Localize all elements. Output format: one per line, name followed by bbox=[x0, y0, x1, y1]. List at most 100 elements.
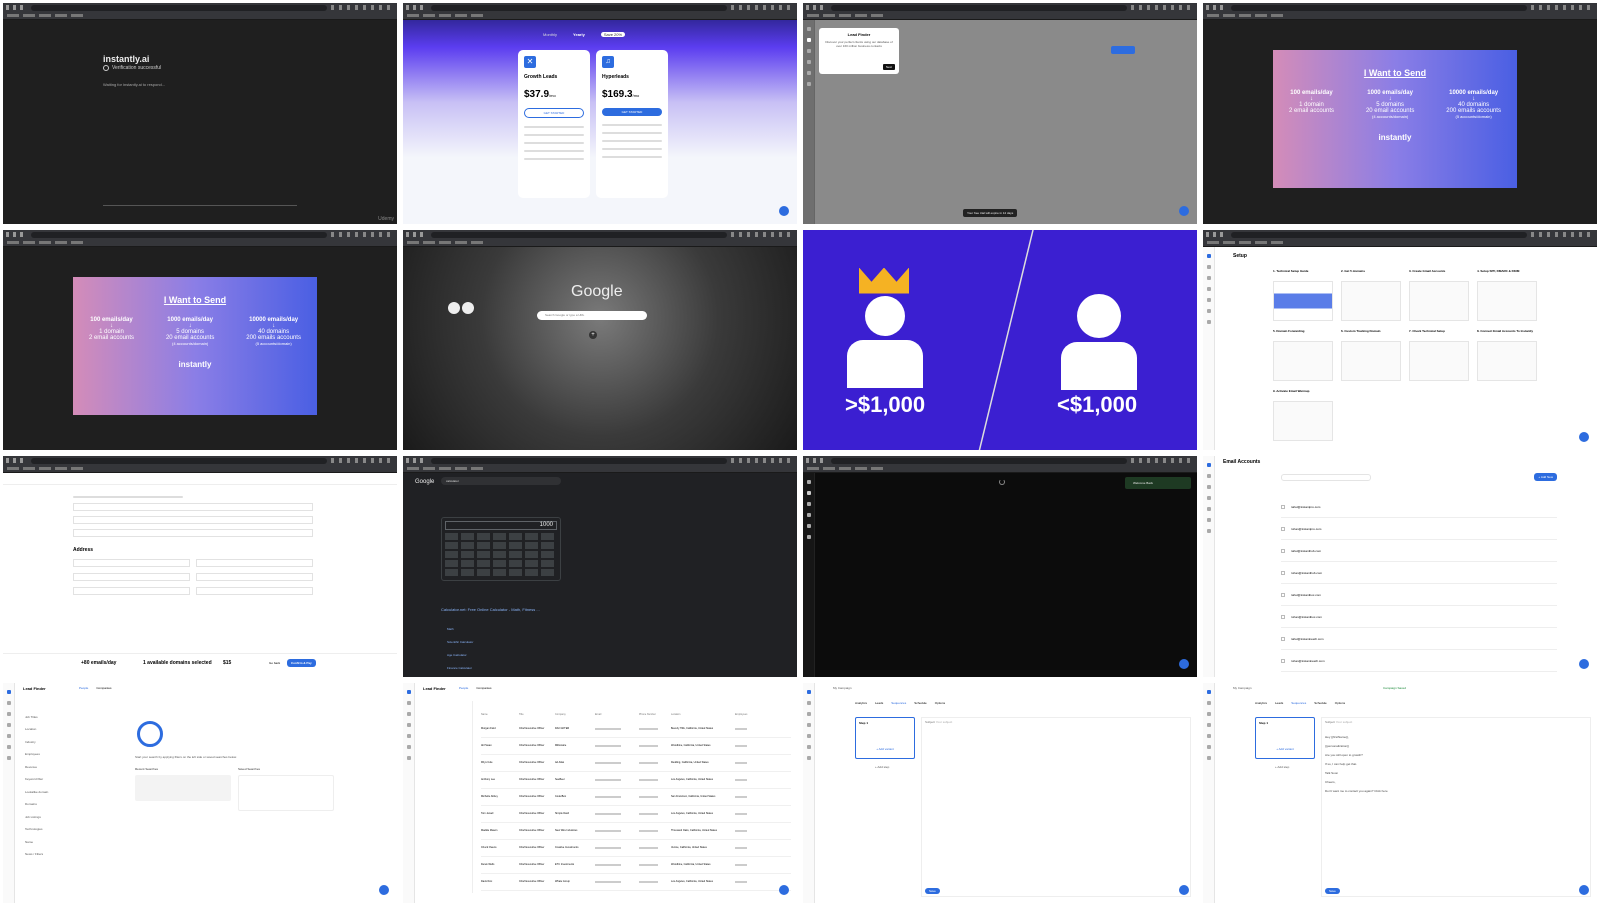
table-row[interactable]: rohan@instantpro.com bbox=[1281, 518, 1557, 540]
email-body[interactable]: Hey {{firstName}}, {{personalization}} A… bbox=[1325, 733, 1525, 796]
setup-step-card[interactable]: 5. Domain Forwarding bbox=[1273, 329, 1333, 381]
tab-schedule[interactable]: Schedule bbox=[1314, 701, 1327, 705]
table-row[interactable]: rahul@instanthub.com bbox=[1281, 540, 1557, 562]
row-checkbox[interactable] bbox=[1281, 636, 1285, 641]
row-checkbox[interactable] bbox=[1281, 504, 1285, 509]
tab-options[interactable]: Options bbox=[1335, 701, 1345, 705]
address-bar[interactable] bbox=[431, 458, 727, 464]
tab-people[interactable]: People bbox=[79, 686, 88, 690]
save-button[interactable]: Save bbox=[925, 888, 940, 894]
add-variant-button[interactable]: + Add variant bbox=[859, 747, 911, 751]
input-field[interactable] bbox=[73, 503, 313, 511]
input-field[interactable] bbox=[196, 559, 313, 567]
billing-toggle[interactable]: Monthly Yearly Save 20% bbox=[543, 32, 626, 37]
filter-item[interactable]: Technologies bbox=[25, 823, 65, 836]
tab-analytics[interactable]: Analytics bbox=[1255, 701, 1267, 705]
table-row[interactable]: rohan@instanthub.com bbox=[1281, 562, 1557, 584]
input-field[interactable] bbox=[73, 587, 190, 595]
column-header[interactable]: Location bbox=[671, 713, 735, 716]
column-header[interactable]: Email bbox=[595, 713, 639, 716]
tab-leads[interactable]: Leads bbox=[875, 701, 883, 705]
filter-item[interactable]: Domains bbox=[25, 798, 65, 811]
chat-button[interactable] bbox=[1179, 885, 1189, 895]
table-row[interactable]: Derek Wells Chief Executive Officer ETC In… bbox=[481, 857, 791, 874]
input-field[interactable] bbox=[73, 529, 313, 537]
address-bar[interactable] bbox=[831, 458, 1127, 464]
sitelink[interactable]: Age Calculator bbox=[447, 649, 473, 662]
input-field[interactable] bbox=[73, 559, 190, 567]
filter-item[interactable]: Lookalike domain bbox=[25, 786, 65, 799]
row-checkbox[interactable] bbox=[1281, 614, 1285, 619]
row-checkbox[interactable] bbox=[1281, 526, 1285, 531]
toggle-yearly[interactable]: Yearly bbox=[573, 32, 585, 37]
column-header[interactable]: Name bbox=[481, 713, 519, 716]
result-title[interactable]: Calculator.net: Free Online Calculator -… bbox=[441, 607, 540, 612]
filter-item[interactable]: Industry bbox=[25, 736, 65, 749]
table-row[interactable]: Morgan Field Chief Executive Officer DAO A… bbox=[481, 721, 791, 738]
column-header[interactable]: Title bbox=[519, 713, 555, 716]
address-bar[interactable] bbox=[1231, 231, 1527, 238]
tab-sequences[interactable]: Sequences bbox=[891, 701, 906, 705]
address-bar[interactable] bbox=[31, 458, 327, 464]
tab-schedule[interactable]: Schedule bbox=[914, 701, 927, 705]
sitelink[interactable]: Finance Calculator bbox=[447, 662, 473, 675]
setup-step-card[interactable]: 4. Setup SPF, DMARC & DKIM bbox=[1477, 269, 1537, 321]
search-input[interactable]: calculator bbox=[441, 477, 561, 485]
chat-button[interactable] bbox=[1579, 432, 1589, 442]
setup-step-card[interactable]: 3. Create Gmail Accounts bbox=[1409, 269, 1469, 321]
chat-button[interactable] bbox=[1579, 885, 1589, 895]
chat-button[interactable] bbox=[1579, 658, 1589, 669]
filter-item[interactable]: Job Listings bbox=[25, 811, 65, 824]
tab-options[interactable]: Options bbox=[935, 701, 945, 705]
confirm-pay-button[interactable]: Confirm & Pay bbox=[287, 658, 316, 667]
filter-item[interactable]: Job Titles bbox=[25, 711, 65, 724]
add-shortcut-icon[interactable]: + bbox=[589, 330, 597, 339]
row-checkbox[interactable] bbox=[1281, 570, 1285, 575]
step-card[interactable]: Step 1 + Add variant bbox=[1255, 716, 1315, 759]
table-row[interactable]: rahul@instantpro.com bbox=[1281, 496, 1557, 518]
add-variant-button[interactable]: + Add variant bbox=[1259, 747, 1311, 751]
setup-step-card[interactable]: 7. Check Technical Setup bbox=[1409, 329, 1469, 381]
setup-step-card[interactable]: 1. Technical Setup Guide bbox=[1273, 269, 1333, 321]
add-new-button[interactable]: + Add New bbox=[1534, 473, 1557, 481]
setup-step-card[interactable]: 9. Activate Email Warmup bbox=[1273, 389, 1333, 441]
calc-keypad[interactable] bbox=[445, 533, 557, 577]
tab-companies[interactable]: Companies bbox=[96, 686, 111, 690]
tab-leads[interactable]: Leads bbox=[1275, 701, 1283, 705]
address-bar[interactable] bbox=[31, 231, 327, 238]
tab-people[interactable]: People bbox=[459, 686, 468, 690]
filter-item[interactable]: Employees bbox=[25, 748, 65, 761]
step-card[interactable]: Step 1 + Add variant bbox=[855, 716, 915, 759]
table-row[interactable]: Maddie Mason Chief Executive Officer New W… bbox=[481, 823, 791, 840]
chat-button[interactable] bbox=[379, 885, 389, 895]
table-row[interactable]: Michelle Abbey Chief Executive Officer Cod… bbox=[481, 789, 791, 806]
add-button[interactable] bbox=[1111, 46, 1135, 54]
add-step-button[interactable]: + Add step bbox=[875, 765, 889, 769]
column-header[interactable]: Phone Number bbox=[639, 713, 671, 716]
table-row[interactable]: Chuck Owens Chief Executive Officer Creati… bbox=[481, 840, 791, 857]
filter-item[interactable]: Name bbox=[25, 836, 65, 849]
filter-item[interactable]: Location bbox=[25, 723, 65, 736]
setup-step-card[interactable]: 2. Get 5 domains bbox=[1341, 269, 1401, 321]
table-row[interactable]: Tom Jewell Chief Executive Officer Simple … bbox=[481, 806, 791, 823]
row-checkbox[interactable] bbox=[1281, 592, 1285, 597]
go-back-button[interactable]: Go back bbox=[269, 661, 280, 665]
address-bar[interactable] bbox=[431, 231, 727, 238]
tab-sequences[interactable]: Sequences bbox=[1291, 701, 1306, 705]
setup-step-card[interactable]: 6. Custom Tracking Domain bbox=[1341, 329, 1401, 381]
get-started-button[interactable]: GET STARTED bbox=[602, 108, 662, 116]
filter-item[interactable]: Keyword filter bbox=[25, 773, 65, 786]
address-bar[interactable] bbox=[831, 5, 1127, 11]
search-input[interactable] bbox=[1281, 474, 1371, 481]
tab-companies[interactable]: Companies bbox=[476, 686, 491, 690]
address-bar[interactable] bbox=[31, 5, 327, 11]
sitelink[interactable]: Math bbox=[447, 623, 473, 636]
column-header[interactable]: Employees bbox=[735, 713, 755, 716]
chat-button[interactable] bbox=[779, 885, 789, 895]
table-row[interactable]: rahul@instantreach.com bbox=[1281, 628, 1557, 650]
row-checkbox[interactable] bbox=[1281, 548, 1285, 553]
subject-input[interactable]: Your subject bbox=[1336, 720, 1352, 724]
input-field[interactable] bbox=[73, 516, 313, 524]
column-header[interactable]: Company bbox=[555, 713, 595, 716]
table-row[interactable]: Anthony Lee Chief Executive Officer SeeBee… bbox=[481, 772, 791, 789]
